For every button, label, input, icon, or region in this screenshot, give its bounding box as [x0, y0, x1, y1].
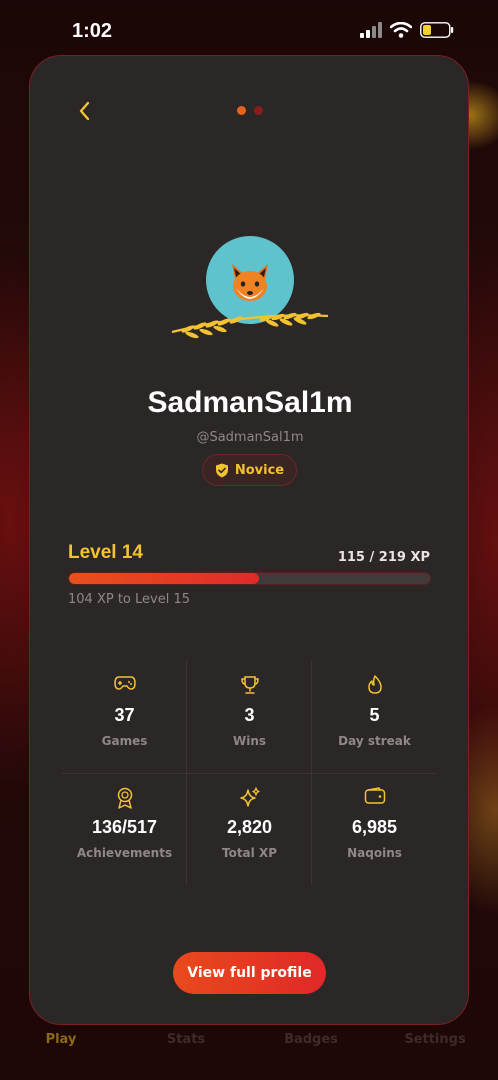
- stat-value: 3: [244, 705, 255, 725]
- sparkles-icon: [239, 787, 260, 807]
- grid-divider: [62, 773, 437, 774]
- profile-handle: @SadmanSal1m: [196, 430, 304, 445]
- profile-sheet: SadmanSal1m @SadmanSal1m Novice Level 14…: [29, 55, 469, 1025]
- stat-games: 37 Games: [62, 675, 187, 748]
- view-full-profile-button[interactable]: View full profile: [173, 952, 326, 994]
- profile-username: SadmanSal1m: [147, 386, 353, 419]
- stat-label: Total XP: [221, 846, 277, 860]
- stat-value: 2,820: [226, 817, 273, 837]
- stat-total-xp: 2,820 Total XP: [187, 787, 312, 860]
- page-indicator: [237, 106, 263, 115]
- back-chevron-icon[interactable]: [74, 100, 96, 122]
- rank-label: Novice: [234, 462, 285, 478]
- flame-icon: [367, 675, 382, 694]
- page-dot-active[interactable]: [237, 106, 246, 115]
- page-dot[interactable]: [254, 106, 263, 115]
- stat-value: 5: [369, 705, 380, 725]
- status-icons: [360, 22, 454, 38]
- nav-item-play[interactable]: Play: [21, 1032, 101, 1047]
- stat-achievements: 136/517 Achievements: [62, 787, 187, 860]
- xp-progress-bar: [68, 572, 431, 585]
- status-time: 1:02: [72, 20, 113, 42]
- shield-check-icon: [215, 463, 228, 477]
- level-xp-readout: 115 / 219 XP: [337, 550, 430, 565]
- xp-to-next-level: 104 XP to Level 15: [68, 592, 190, 607]
- gamepad-icon: [113, 676, 136, 690]
- laurel-wreath-icon: [171, 312, 329, 339]
- wallet-icon: [364, 787, 385, 804]
- stat-value: 6,985: [351, 817, 398, 837]
- stat-label: Wins: [232, 734, 267, 748]
- stat-day-streak: 5 Day streak: [312, 675, 437, 748]
- wifi-icon: [390, 22, 412, 38]
- trophy-icon: [240, 676, 259, 694]
- medal-icon: [117, 787, 132, 809]
- status-bar: 1:02: [0, 0, 498, 56]
- stats-grid: 37 Games 3 Wins 5 Day streak 136/517 Ach…: [62, 661, 437, 885]
- stat-label: Day streak: [338, 734, 411, 748]
- rank-badge: Novice: [202, 454, 297, 486]
- nav-item-stats[interactable]: Stats: [146, 1032, 226, 1047]
- xp-progress-fill: [69, 573, 259, 584]
- signal-icon: [360, 22, 382, 38]
- stat-value: 37: [114, 705, 135, 725]
- stat-label: Games: [101, 734, 148, 748]
- stat-label: Naqoins: [347, 846, 402, 860]
- stat-wins: 3 Wins: [187, 675, 312, 748]
- level-title: Level 14: [68, 542, 143, 563]
- stat-value: 136/517: [91, 817, 158, 837]
- nav-item-settings[interactable]: Settings: [395, 1032, 475, 1047]
- avatar-group: [170, 236, 330, 346]
- battery-icon: [420, 22, 454, 38]
- nav-item-badges[interactable]: Badges: [271, 1032, 351, 1047]
- stat-label: Achievements: [76, 846, 173, 860]
- stat-naqoins: 6,985 Naqoins: [312, 787, 437, 860]
